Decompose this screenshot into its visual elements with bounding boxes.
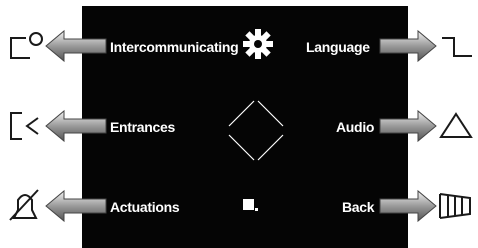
- triangle-icon: [439, 112, 473, 138]
- nav-diamond-icon: [228, 100, 284, 161]
- arrow-left-icon: [45, 29, 107, 63]
- arrow-left-icon: [45, 189, 107, 223]
- arrow-right-icon: [379, 29, 437, 63]
- menu-item-actuations[interactable]: Actuations: [0, 186, 220, 226]
- label-intercommunicating: Intercommunicating: [110, 39, 239, 55]
- bracket-icon: [442, 37, 472, 57]
- arrow-left-icon: [45, 109, 107, 143]
- label-entrances: Entrances: [110, 119, 175, 135]
- door-intercom-icon: [10, 32, 43, 59]
- settings-gear-icon[interactable]: [242, 28, 274, 60]
- label-audio: Audio: [336, 119, 375, 135]
- arrow-right-icon: [379, 109, 437, 143]
- label-actuations: Actuations: [110, 199, 180, 215]
- menu-item-back[interactable]: Back: [300, 186, 478, 226]
- label-back: Back: [342, 199, 375, 215]
- entrance-icon: [10, 112, 39, 140]
- menu-item-entrances[interactable]: Entrances: [0, 106, 220, 146]
- gate-icon: [439, 193, 471, 219]
- arrow-right-icon: [379, 189, 437, 223]
- bell-muted-icon: [9, 189, 39, 221]
- menu-item-audio[interactable]: Audio: [300, 106, 478, 146]
- menu-item-intercommunicating[interactable]: Intercommunicating: [0, 26, 240, 66]
- stop-square-icon[interactable]: [243, 199, 258, 214]
- label-language: Language: [306, 39, 370, 55]
- menu-item-language[interactable]: Language: [300, 26, 478, 66]
